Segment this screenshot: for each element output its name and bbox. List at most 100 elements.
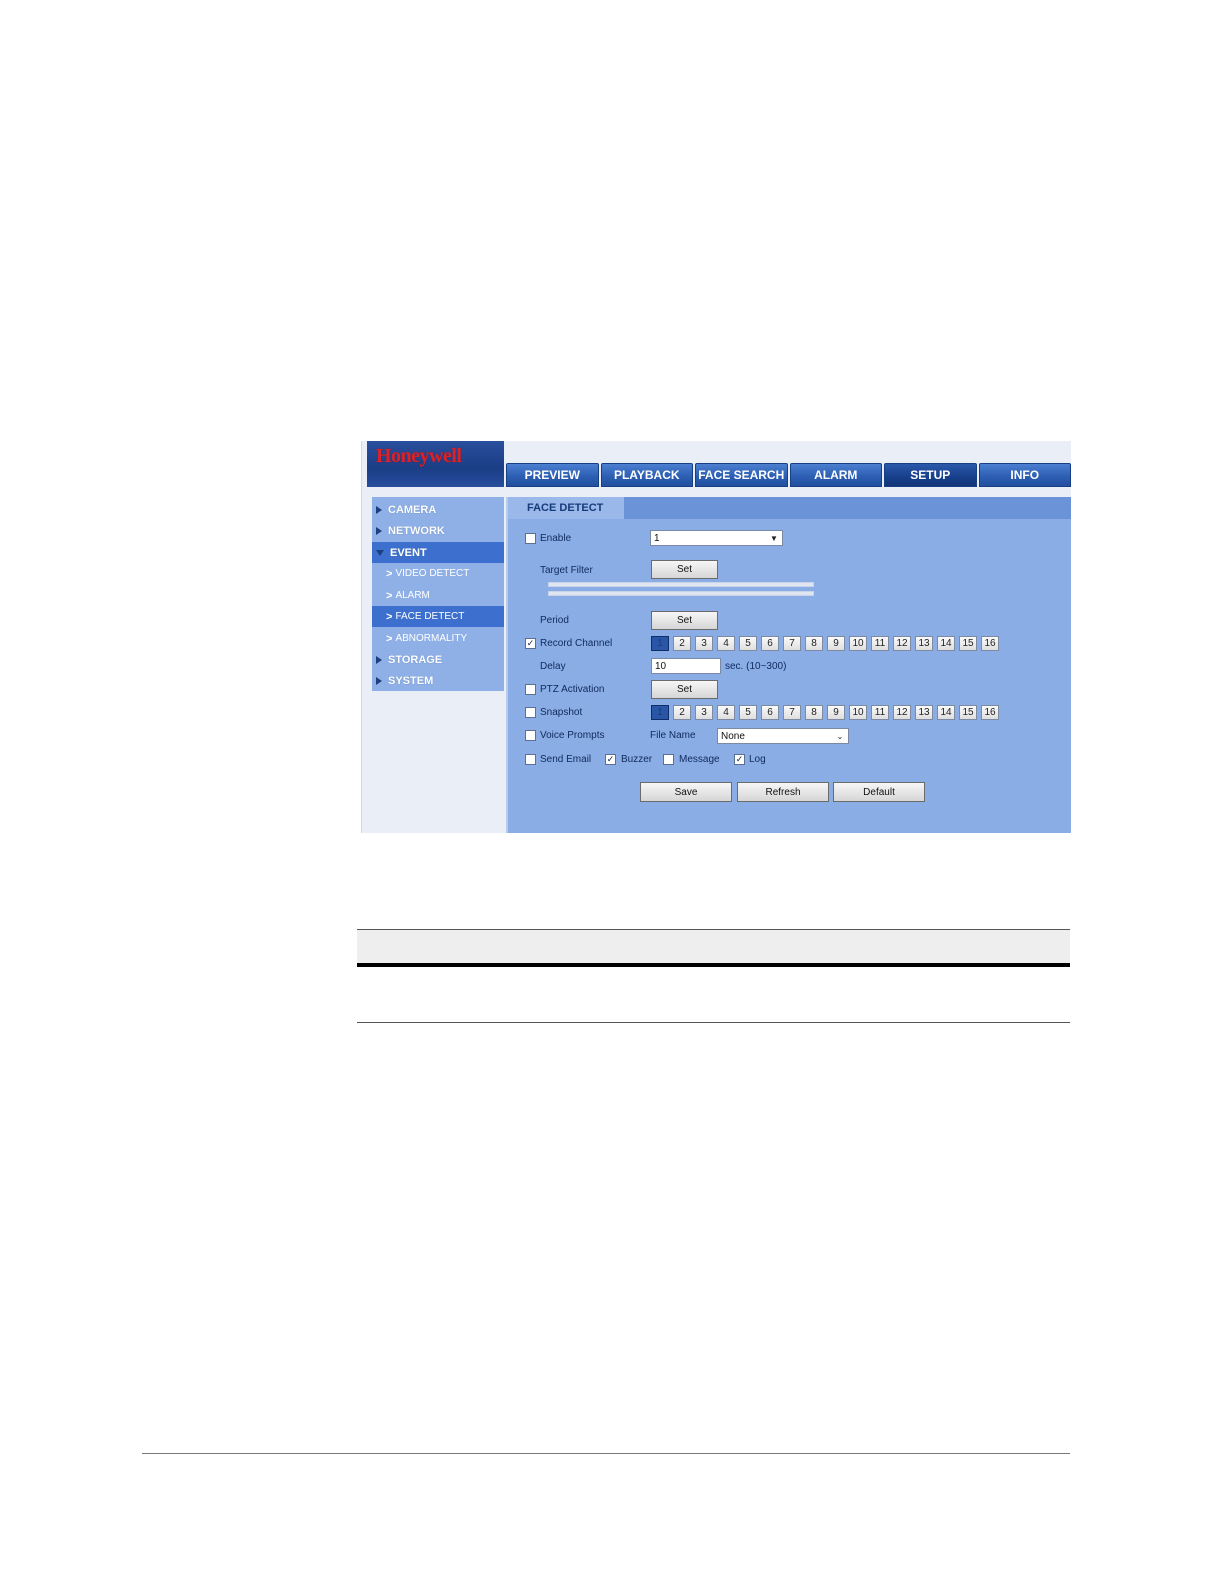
buzzer-label: Buzzer	[621, 754, 653, 765]
snapshot-channel-button[interactable]: 11	[871, 705, 889, 720]
sidebar-item-face-detect[interactable]: > FACE DETECT	[372, 606, 504, 627]
logo-area: Honeywell	[367, 441, 504, 487]
sidebar-item-abnormality[interactable]: > ABNORMALITY	[372, 628, 504, 649]
sidebar-item-label: NETWORK	[388, 524, 445, 537]
voice-prompts-checkbox[interactable]	[525, 730, 536, 741]
sidebar-item-label: FACE DETECT	[395, 611, 465, 622]
sidebar-background	[372, 691, 504, 833]
ptz-activation-checkbox[interactable]	[525, 684, 536, 695]
snapshot-channel-button[interactable]: 7	[783, 705, 801, 720]
sidebar-item-label: SYSTEM	[388, 674, 434, 687]
snapshot-channel-button[interactable]: 12	[893, 705, 911, 720]
chevron-right-icon: >	[386, 589, 393, 602]
refresh-button[interactable]: Refresh	[737, 782, 829, 802]
snapshot-channel-button[interactable]: 5	[739, 705, 757, 720]
snapshot-channel-button[interactable]: 13	[915, 705, 933, 720]
sidebar-item-label: ABNORMALITY	[395, 633, 468, 644]
record-channel-checkbox[interactable]: ✓	[525, 638, 536, 649]
target-filter-bars	[548, 582, 814, 600]
sidebar: CAMERA NETWORK EVENT > VIDEO DETECT > AL…	[372, 497, 504, 691]
message-checkbox[interactable]	[663, 754, 674, 765]
snapshot-checkbox[interactable]	[525, 707, 536, 718]
send-email-checkbox[interactable]	[525, 754, 536, 765]
tab-face-search[interactable]: FACE SEARCH	[695, 463, 788, 487]
table-bottom-rule	[357, 1022, 1070, 1023]
ptz-activation-label: PTZ Activation	[540, 684, 605, 695]
record-channel-button[interactable]: 16	[981, 636, 999, 651]
tab-info[interactable]: INFO	[978, 463, 1071, 487]
record-channel-buttons: 1 2 3 4 5 6 7 8 9 10 11 12 13 14 15 16	[651, 636, 999, 651]
footer-rule	[142, 1453, 1070, 1454]
ptz-set-button[interactable]: Set	[651, 680, 718, 699]
snapshot-channel-button[interactable]: 1	[651, 705, 669, 720]
side-gap	[362, 487, 372, 833]
record-channel-button[interactable]: 2	[673, 636, 691, 651]
sidebar-item-label: EVENT	[390, 546, 427, 559]
snapshot-channel-button[interactable]: 8	[805, 705, 823, 720]
record-channel-button[interactable]: 8	[805, 636, 823, 651]
record-channel-button[interactable]: 10	[849, 636, 867, 651]
delay-value: 10	[655, 660, 667, 672]
dvr-setup-screenshot: Honeywell PREVIEW PLAYBACK FACE SEARCH A…	[361, 441, 1071, 833]
record-channel-button[interactable]: 13	[915, 636, 933, 651]
expand-icon	[376, 526, 382, 535]
tab-alarm[interactable]: ALARM	[789, 463, 882, 487]
sidebar-item-camera[interactable]: CAMERA	[372, 499, 504, 520]
snapshot-channel-button[interactable]: 6	[761, 705, 779, 720]
default-button[interactable]: Default	[833, 782, 925, 802]
voice-prompts-label: Voice Prompts	[540, 730, 605, 741]
sidebar-item-storage[interactable]: STORAGE	[372, 649, 504, 670]
period-set-button[interactable]: Set	[651, 611, 718, 630]
chevron-right-icon: >	[386, 632, 393, 645]
tab-preview[interactable]: PREVIEW	[506, 463, 599, 487]
log-checkbox[interactable]: ✓	[734, 754, 745, 765]
chevron-right-icon: >	[386, 567, 393, 580]
snapshot-channel-button[interactable]: 4	[717, 705, 735, 720]
face-detect-panel: FACE DETECT Enable 1 ▼ Target Filter Set…	[506, 497, 1071, 833]
tab-setup[interactable]: SETUP	[884, 463, 977, 487]
chevron-right-icon: >	[386, 610, 393, 623]
enable-checkbox[interactable]	[525, 533, 536, 544]
delay-input[interactable]: 10	[651, 658, 721, 674]
delay-hint: sec. (10~300)	[725, 661, 787, 672]
record-channel-button[interactable]: 11	[871, 636, 889, 651]
snapshot-channel-button[interactable]: 14	[937, 705, 955, 720]
record-channel-button[interactable]: 12	[893, 636, 911, 651]
channel-select-value: 1	[654, 532, 660, 544]
snapshot-channel-button[interactable]: 16	[981, 705, 999, 720]
expand-icon	[376, 676, 382, 685]
message-label: Message	[679, 754, 720, 765]
buzzer-checkbox[interactable]: ✓	[605, 754, 616, 765]
sidebar-item-network[interactable]: NETWORK	[372, 520, 504, 541]
sidebar-item-alarm[interactable]: > ALARM	[372, 585, 504, 606]
sidebar-item-event[interactable]: EVENT	[372, 542, 504, 563]
snapshot-label: Snapshot	[540, 707, 583, 718]
sidebar-item-system[interactable]: SYSTEM	[372, 670, 504, 691]
record-channel-label: Record Channel	[540, 638, 613, 649]
sidebar-item-video-detect[interactable]: > VIDEO DETECT	[372, 563, 504, 584]
record-channel-button[interactable]: 4	[717, 636, 735, 651]
record-channel-button[interactable]: 1	[651, 636, 669, 651]
tab-playback[interactable]: PLAYBACK	[600, 463, 693, 487]
record-channel-button[interactable]: 6	[761, 636, 779, 651]
channel-select[interactable]: 1 ▼	[650, 530, 783, 546]
record-channel-button[interactable]: 14	[937, 636, 955, 651]
honeywell-logo: Honeywell	[376, 445, 462, 467]
record-channel-button[interactable]: 3	[695, 636, 713, 651]
record-channel-button[interactable]: 9	[827, 636, 845, 651]
snapshot-channel-button[interactable]: 3	[695, 705, 713, 720]
snapshot-channel-button[interactable]: 9	[827, 705, 845, 720]
table-header-row	[357, 930, 1070, 963]
snapshot-channel-button[interactable]: 15	[959, 705, 977, 720]
record-channel-button[interactable]: 15	[959, 636, 977, 651]
target-filter-set-button[interactable]: Set	[651, 560, 718, 579]
expand-icon	[376, 655, 382, 664]
record-channel-button[interactable]: 5	[739, 636, 757, 651]
snapshot-channel-button[interactable]: 2	[673, 705, 691, 720]
record-channel-button[interactable]: 7	[783, 636, 801, 651]
snapshot-channel-button[interactable]: 10	[849, 705, 867, 720]
send-email-label: Send Email	[540, 754, 592, 765]
file-name-select[interactable]: None ⌄	[717, 728, 849, 744]
save-button[interactable]: Save	[640, 782, 732, 802]
panel-title: FACE DETECT	[508, 497, 624, 519]
